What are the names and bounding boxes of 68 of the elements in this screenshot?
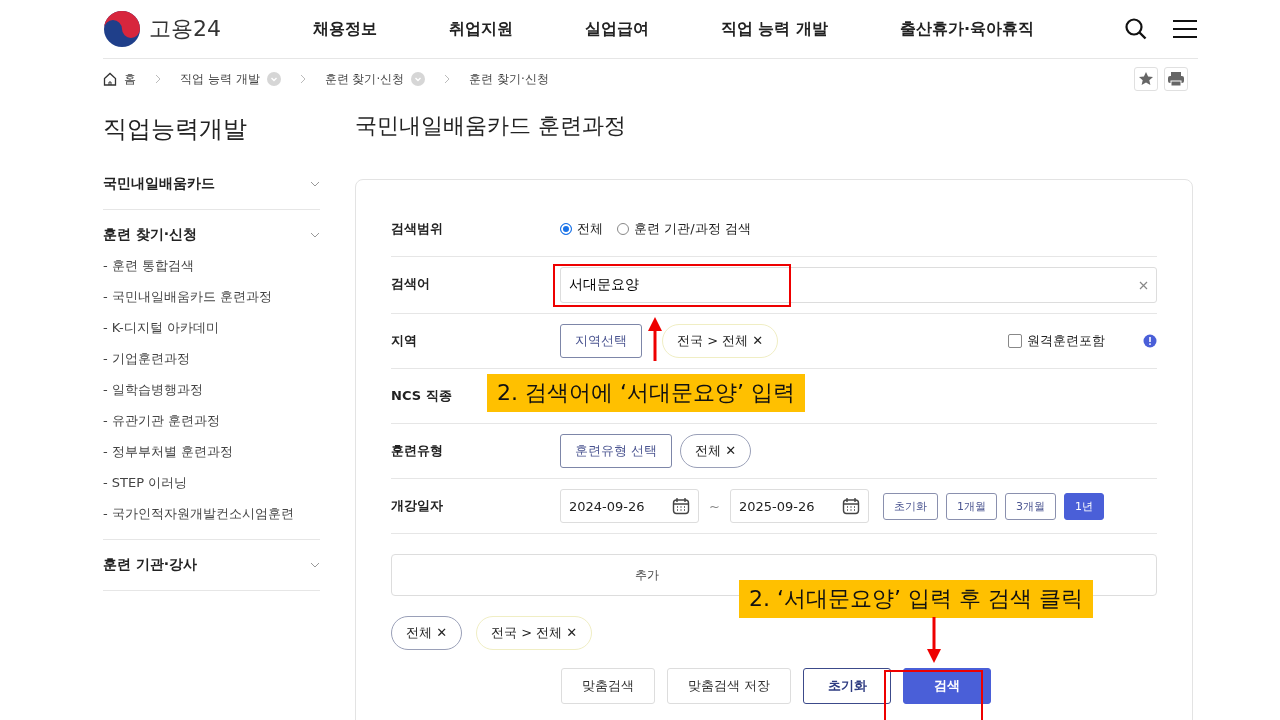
checkbox-label[interactable]: 원격훈련포함	[1027, 332, 1105, 350]
chevron-down-icon[interactable]	[310, 232, 320, 238]
nav-link[interactable]: 채용정보	[313, 18, 377, 40]
home-icon	[103, 72, 117, 86]
period-button[interactable]: 1개월	[945, 492, 997, 520]
action-button[interactable]: 맞춤검색	[560, 668, 655, 704]
action-button[interactable]: 초기화	[803, 668, 892, 704]
radio-label[interactable]: 전체	[577, 220, 603, 238]
calendar-icon[interactable]	[672, 497, 690, 515]
nav-link[interactable]: 직업 능력 개발	[720, 18, 828, 40]
chevron-icon	[155, 74, 161, 84]
sidebar-title: 직업능력개발	[103, 114, 248, 145]
calendar-icon[interactable]	[841, 497, 860, 515]
field-label: 지역	[391, 332, 417, 350]
date-field[interactable]: 2025-09-26	[729, 489, 869, 523]
action-button[interactable]: 검색	[903, 668, 992, 704]
chevron-icon	[299, 74, 306, 84]
search-text[interactable]: 서대문요양	[569, 277, 1139, 293]
period-button[interactable]: 초기화	[882, 492, 938, 520]
period-button[interactable]: 3개월	[1004, 492, 1056, 520]
sidebar-item[interactable]: - 국민내일배움카드 훈련과정	[103, 287, 320, 306]
down-arrow	[927, 617, 941, 663]
nav-link[interactable]: 출산휴가·육아휴직	[899, 18, 1034, 40]
sidebar-item[interactable]: - 기업훈련과정	[103, 349, 320, 368]
up-arrow	[648, 317, 662, 361]
menu-icon[interactable]	[1172, 19, 1198, 39]
action-button[interactable]: 맞춤검색 저장	[666, 668, 792, 704]
callout-label: 2. ‘서대문요양’ 입력 후 검색 클릭	[739, 580, 1093, 618]
search-field[interactable]: 서대문요양	[560, 267, 1157, 303]
sidebar-item[interactable]: - K-디지털 아카데미	[103, 318, 320, 337]
chevron-down-icon[interactable]	[310, 181, 320, 187]
checkbox[interactable]	[1008, 334, 1022, 348]
breadcrumb-link[interactable]: 훈련 찾기·신청	[324, 70, 405, 88]
field-label: 검색범위	[391, 220, 443, 238]
nav-link[interactable]: 실업급여	[584, 18, 649, 40]
page-title: 국민내일배움카드 훈련과정	[355, 112, 627, 140]
sidebar-item[interactable]: - 국가인적자원개발컨소시엄훈련	[103, 504, 320, 523]
sidebar-section[interactable]: 훈련 찾기·신청	[103, 226, 198, 244]
clear-icon[interactable]	[1139, 280, 1148, 290]
sidebar-item[interactable]: - 유관기관 훈련과정	[103, 411, 320, 430]
radio-label[interactable]: 훈련 기관/과정 검색	[634, 220, 751, 238]
date-field[interactable]: 2024-09-26	[560, 489, 699, 523]
info-icon[interactable]	[1143, 334, 1157, 348]
range-separator: ~	[709, 498, 720, 514]
field-label: 검색어	[391, 275, 430, 293]
logo-icon	[103, 10, 141, 48]
logo-text[interactable]: 고용24	[149, 14, 221, 44]
radio-button[interactable]	[560, 223, 572, 235]
field-label: NCS 직종	[391, 387, 452, 405]
period-button[interactable]: 1년	[1063, 492, 1104, 520]
region-select-button[interactable]: 지역선택	[560, 324, 642, 358]
sidebar-item[interactable]: - 일학습병행과정	[103, 380, 320, 399]
nav-link[interactable]: 취업지원	[448, 18, 513, 40]
breadcrumb-link[interactable]: 홈	[124, 70, 136, 88]
sidebar-item[interactable]: - 훈련 통합검색	[103, 256, 320, 275]
type-select-button[interactable]: 훈련유형 선택	[560, 434, 673, 468]
breadcrumb-link[interactable]: 직업 능력 개발	[180, 70, 260, 88]
sidebar-item[interactable]: - STEP 이러닝	[103, 473, 320, 492]
field-label: 훈련유형	[391, 442, 443, 460]
breadcrumb-link[interactable]: 훈련 찾기·신청	[469, 70, 549, 88]
sidebar-section[interactable]: 훈련 기관·강사	[103, 556, 198, 574]
chevron-icon	[444, 74, 451, 84]
search-icon[interactable]	[1124, 17, 1148, 41]
field-label: 개강일자	[391, 497, 443, 515]
callout-label: 2. 검색어에 ‘서대문요양’ 입력	[487, 374, 805, 412]
chevron-down-icon[interactable]	[310, 562, 320, 568]
sidebar-item[interactable]: - 정부부처별 훈련과정	[103, 442, 320, 461]
sidebar-section[interactable]: 국민내일배움카드	[103, 175, 215, 193]
